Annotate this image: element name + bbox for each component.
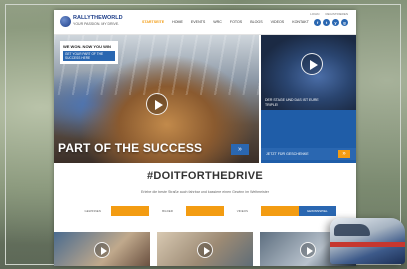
nav-item-kontakt[interactable]: KONTAKT: [292, 20, 309, 26]
hero-promo-box[interactable]: WE WON. NOW YOU WIN GET YOUR PART OF THE…: [60, 41, 118, 64]
nav-item-videos[interactable]: VIDEOS: [271, 20, 285, 26]
play-icon[interactable]: [301, 53, 323, 75]
register-link[interactable]: REGISTRIEREN: [325, 12, 348, 16]
tab-videos[interactable]: VIDEOS: [224, 206, 261, 216]
tab-orange-1[interactable]: [111, 206, 149, 216]
arrow-right-icon: »: [338, 150, 350, 158]
campaign-hashtag: #DOITFORTHEDRIVE: [146, 170, 264, 182]
rally-car-image: [330, 218, 405, 264]
nav-item-blogs[interactable]: BLOGS: [250, 20, 262, 26]
play-icon[interactable]: [146, 93, 168, 115]
tab-gewinnen[interactable]: GEWINNEN: [74, 206, 111, 216]
promo-subtitle[interactable]: GET YOUR PART OF THE SUCCESS HERE: [63, 51, 115, 61]
twitter-icon[interactable]: t: [323, 19, 330, 26]
campaign-tabs: GEWINNEN BILDER VIDEOS GEWINNSPIEL: [74, 206, 336, 216]
tab-gewinnspiel[interactable]: GEWINNSPIEL: [298, 206, 336, 216]
hero-title: PART OF THE SUCCESS: [58, 141, 203, 155]
nav-item-events[interactable]: EVENTS: [191, 20, 205, 26]
play-icon[interactable]: [300, 242, 316, 258]
campaign-description: Erlebe die beste Straße auch fahrbar und…: [141, 190, 269, 194]
login-link[interactable]: LOGIN: [310, 12, 319, 16]
play-icon[interactable]: [94, 242, 110, 258]
hero-video[interactable]: WE WON. NOW YOU WIN GET YOUR PART OF THE…: [54, 35, 259, 163]
nav-item-startseite[interactable]: STARTSEITE: [142, 20, 164, 26]
logo-tagline: YOUR PASSION. MY DRIVE.: [73, 22, 120, 26]
site-header: RALLYTHEWORLD YOUR PASSION. MY DRIVE. ST…: [54, 10, 356, 35]
video-thumbnails: [54, 232, 356, 266]
main-nav: STARTSEITE HOME EVENTS WRC FOTOS BLOGS V…: [142, 20, 309, 26]
video-thumbnail[interactable]: [157, 232, 253, 266]
play-icon[interactable]: [197, 242, 213, 258]
hero-arrow-button[interactable]: »: [231, 144, 249, 155]
side-teaser-caption: DER STAGE UND DAS IST EURE TRIPLE!: [265, 98, 319, 107]
website-page: RALLYTHEWORLD YOUR PASSION. MY DRIVE. ST…: [54, 10, 356, 266]
gifts-button[interactable]: JETZT FÜR GESCHENKE »: [261, 148, 356, 160]
facebook-icon[interactable]: f: [314, 19, 321, 26]
video-thumbnail[interactable]: [54, 232, 150, 266]
globe-icon: [60, 16, 71, 27]
googleplus-icon[interactable]: g: [341, 19, 348, 26]
tab-bilder[interactable]: BILDER: [149, 206, 186, 216]
tab-orange-2[interactable]: [186, 206, 224, 216]
youtube-icon[interactable]: y: [332, 19, 339, 26]
logo-title: RALLYTHEWORLD: [73, 15, 123, 21]
nav-item-home[interactable]: HOME: [172, 20, 183, 26]
nav-item-wrc[interactable]: WRC: [213, 20, 222, 26]
nav-item-fotos[interactable]: FOTOS: [230, 20, 242, 26]
car-stripe: [330, 242, 405, 247]
account-links: LOGIN REGISTRIEREN: [310, 12, 348, 16]
social-icons: f t y g: [314, 19, 348, 26]
side-video-teaser[interactable]: DER STAGE UND DAS IST EURE TRIPLE!: [261, 35, 356, 110]
side-promo-panel: JETZT FÜR GESCHENKE »: [261, 110, 356, 163]
gifts-button-label: JETZT FÜR GESCHENKE: [266, 152, 309, 156]
site-logo[interactable]: RALLYTHEWORLD YOUR PASSION. MY DRIVE.: [60, 15, 123, 29]
promo-title: WE WON. NOW YOU WIN: [63, 44, 111, 49]
tab-orange-3[interactable]: [261, 206, 299, 216]
car-window: [334, 224, 370, 236]
